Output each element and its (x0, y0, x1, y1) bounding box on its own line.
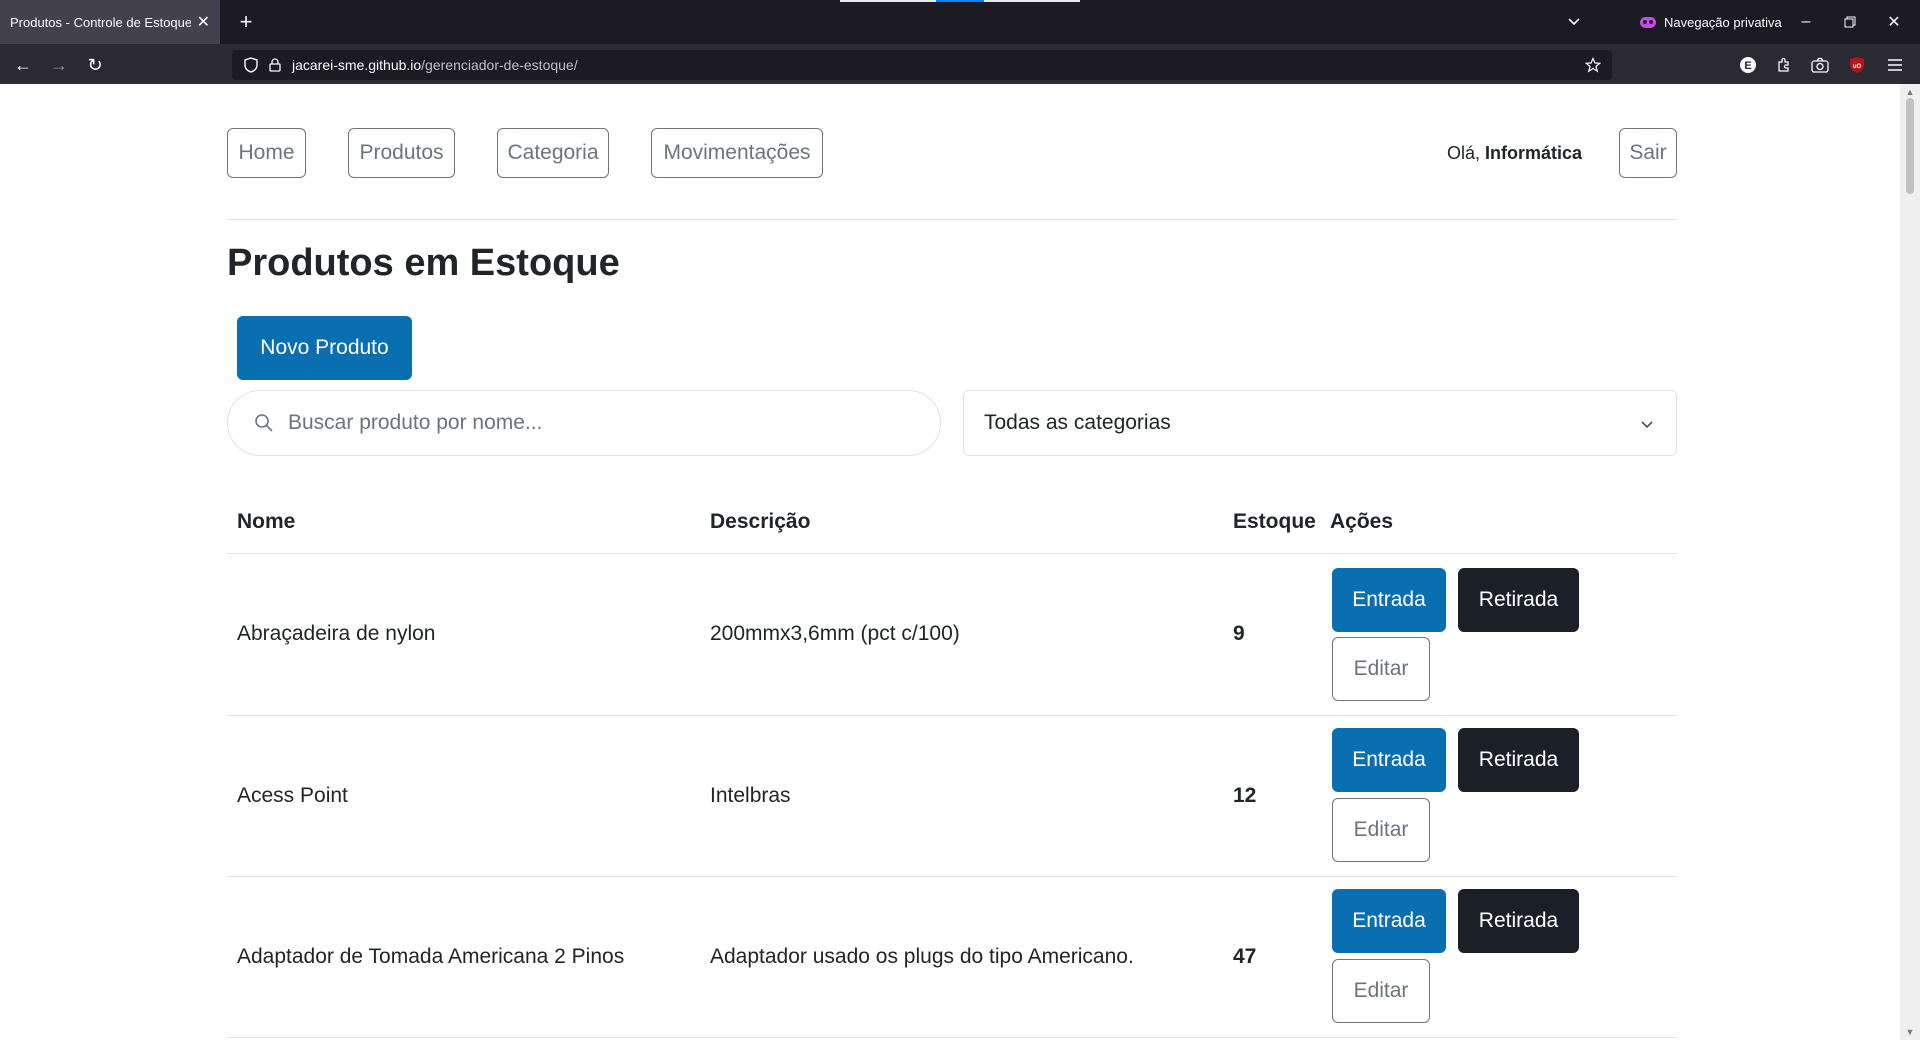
scrollbar-thumb[interactable] (1906, 98, 1914, 194)
close-window-icon[interactable]: ✕ (1880, 8, 1908, 36)
table-header: Nome Descrição Estoque Ações (227, 504, 1677, 554)
retirada-button[interactable]: Retirada (1458, 568, 1579, 632)
category-select-value: Todas as categorias (984, 411, 1171, 434)
minimize-icon[interactable]: – (1792, 8, 1820, 36)
search-placeholder: Buscar produto por nome... (288, 411, 543, 434)
chevron-down-icon (1641, 421, 1653, 429)
header-divider (227, 219, 1677, 220)
menu-hamburger-icon[interactable] (1884, 54, 1906, 76)
tab-title: Produtos - Controle de Estoque DTI (10, 14, 191, 30)
product-description: Adaptador usado os plugs do tipo America… (710, 945, 1134, 968)
entrada-button[interactable]: Entrada (1332, 728, 1446, 792)
svg-text:uO: uO (1853, 64, 1862, 70)
column-header-estoque: Estoque (1233, 510, 1316, 533)
browser-tab-active[interactable]: Produtos - Controle de Estoque DTI ✕ (0, 0, 220, 44)
editar-button[interactable]: Editar (1332, 798, 1430, 862)
greeting-prefix: Olá, (1447, 142, 1481, 163)
url-host: jacarei-sme.github.io (292, 57, 422, 73)
url-text: jacarei-sme.github.io/gerenciador-de-est… (292, 57, 578, 73)
column-header-acoes: Ações (1330, 510, 1394, 533)
retirada-button[interactable]: Retirada (1458, 889, 1579, 953)
nav-movimentacoes-button[interactable]: Movimentações (651, 128, 823, 178)
new-tab-icon[interactable]: + (232, 8, 260, 36)
private-browsing-indicator: Navegação privativa (1640, 12, 1782, 32)
reload-icon[interactable]: ↻ (82, 52, 108, 78)
product-stock: 9 (1233, 622, 1245, 645)
search-icon (255, 414, 273, 432)
forward-arrow-icon[interactable]: → (46, 52, 72, 78)
page-content: Home Produtos Categoria Movimentações Ol… (0, 84, 1900, 1040)
new-product-button[interactable]: Novo Produto (237, 316, 412, 380)
retirada-button[interactable]: Retirada (1458, 728, 1579, 792)
loading-indicator-tail (984, 0, 1080, 2)
back-arrow-icon[interactable]: ← (10, 52, 36, 78)
lock-icon[interactable] (266, 56, 284, 74)
product-name: Acess Point (237, 784, 348, 807)
category-select[interactable]: Todas as categorias (963, 390, 1677, 456)
restore-icon[interactable] (1836, 8, 1864, 36)
svg-text:E: E (1744, 60, 1751, 72)
nav-home-button[interactable]: Home (227, 128, 306, 178)
extensions-puzzle-icon[interactable] (1773, 54, 1795, 76)
product-description: 200mmx3,6mm (pct c/100) (710, 622, 960, 645)
nav-categoria-button[interactable]: Categoria (497, 128, 609, 178)
product-name: Abraçadeira de nylon (237, 622, 436, 645)
bookmark-star-icon[interactable] (1584, 56, 1602, 74)
loading-indicator (840, 0, 936, 2)
loading-indicator-active (936, 0, 984, 2)
editar-button[interactable]: Editar (1332, 637, 1430, 701)
product-description: Intelbras (710, 784, 791, 807)
private-mask-icon (1640, 16, 1656, 28)
column-header-descricao: Descrição (710, 510, 811, 533)
product-stock: 12 (1233, 784, 1257, 807)
product-stock: 47 (1233, 945, 1257, 968)
column-header-nome: Nome (237, 510, 296, 533)
user-name: Informática (1485, 142, 1583, 163)
table-row: Adaptador de Tomada Americana 2 Pinos Ad… (227, 877, 1677, 1038)
chevron-down-icon[interactable] (1560, 10, 1588, 34)
private-label: Navegação privativa (1664, 14, 1782, 30)
page-scrollbar[interactable]: ▲ ▼ (1900, 84, 1920, 1040)
logout-button[interactable]: Sair (1619, 128, 1677, 178)
page-title: Produtos em Estoque (227, 242, 620, 284)
nav-produtos-button[interactable]: Produtos (348, 128, 455, 178)
address-bar[interactable]: jacarei-sme.github.io/gerenciador-de-est… (232, 50, 1612, 80)
table-row: Acess Point Intelbras 12 Entrada Retirad… (227, 716, 1677, 877)
screenshot-camera-icon[interactable] (1809, 54, 1831, 76)
extension-e-icon[interactable]: E (1737, 54, 1759, 76)
tracking-shield-icon[interactable] (242, 56, 260, 74)
top-navigation: Home Produtos Categoria Movimentações Ol… (227, 128, 1677, 178)
table-row: Abraçadeira de nylon 200mmx3,6mm (pct c/… (227, 555, 1677, 716)
editar-button[interactable]: Editar (1332, 959, 1430, 1023)
entrada-button[interactable]: Entrada (1332, 568, 1446, 632)
user-greeting: Olá, Informática (1447, 128, 1582, 178)
browser-tab-bar: Produtos - Controle de Estoque DTI ✕ + N… (0, 0, 1920, 44)
product-name: Adaptador de Tomada Americana 2 Pinos (237, 945, 625, 968)
scroll-up-arrow-icon[interactable]: ▲ (1904, 86, 1916, 98)
entrada-button[interactable]: Entrada (1332, 889, 1446, 953)
ublock-shield-icon[interactable]: uO (1846, 54, 1868, 76)
browser-toolbar: ← → ↻ jacarei-sme.github.io/gerenciador-… (0, 44, 1920, 84)
url-path: /gerenciador-de-estoque/ (421, 57, 578, 73)
scroll-down-arrow-icon[interactable]: ▼ (1904, 1026, 1916, 1038)
search-field[interactable]: Buscar produto por nome... (227, 390, 941, 456)
close-tab-icon[interactable]: ✕ (197, 12, 210, 32)
